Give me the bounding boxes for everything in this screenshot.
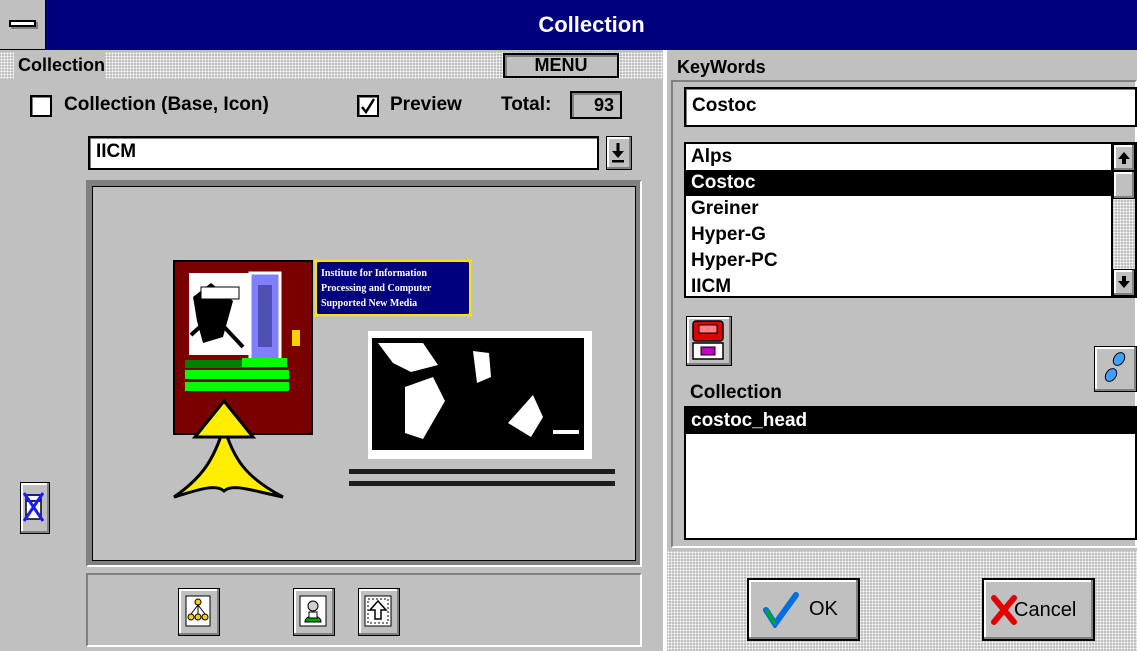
total-label: Total: [501, 94, 552, 115]
keyword-list-item[interactable]: Alps [686, 144, 1114, 170]
add-collection-button[interactable] [686, 316, 732, 366]
keyword-input[interactable]: Costoc [684, 87, 1137, 127]
checkmark-icon [361, 98, 376, 115]
hierarchy-button[interactable] [178, 588, 220, 636]
svg-text:Institute for Information: Institute for Information [321, 268, 427, 279]
scroll-down-arrow-icon [1118, 276, 1130, 288]
keyword-list-items: Alps Costoc Greiner Hyper-G Hyper-PC IICM [686, 144, 1114, 296]
scroll-thumb[interactable] [1113, 171, 1135, 199]
collection-base-icon-label: Collection (Base, Icon) [64, 94, 269, 115]
keyword-list-item[interactable]: Costoc [686, 170, 1114, 196]
window-title: Collection [538, 12, 645, 37]
preview-checkbox[interactable] [357, 95, 379, 117]
collection-items-list[interactable]: costoc_head [684, 406, 1137, 540]
footprints-button[interactable] [1094, 346, 1137, 392]
system-menu-icon[interactable] [0, 0, 46, 50]
scroll-track[interactable] [1113, 171, 1135, 271]
goto-parent-icon [364, 595, 392, 627]
collection-base-icon-checkbox[interactable] [30, 95, 52, 117]
collection-list-item[interactable]: costoc_head [686, 408, 1135, 434]
preview-frame: Institute for Information Processing and… [86, 180, 642, 567]
clear-collection-button[interactable] [20, 482, 50, 534]
total-count: 93 [570, 91, 622, 119]
clear-collection-icon [22, 492, 45, 522]
keyword-list[interactable]: Alps Costoc Greiner Hyper-G Hyper-PC IICM [684, 142, 1137, 298]
preview-image: Institute for Information Processing and… [173, 259, 615, 499]
collection-dropdown-button[interactable] [606, 136, 632, 170]
left-collection-header: Collection [14, 52, 106, 79]
user-icon [299, 595, 327, 627]
collection-items: costoc_head [686, 408, 1135, 434]
keyword-list-item[interactable]: Greiner [686, 196, 1114, 222]
ok-button[interactable]: OK [747, 578, 860, 641]
goto-parent-button[interactable] [358, 588, 400, 636]
keyword-list-item[interactable]: IICM [686, 274, 1114, 296]
footprints-icon [1104, 352, 1126, 382]
keyword-scrollbar[interactable] [1111, 144, 1135, 296]
hierarchy-icon [185, 595, 211, 627]
menu-button[interactable]: MENU [503, 53, 619, 78]
keyword-list-item[interactable]: Hyper-PC [686, 248, 1114, 274]
add-collection-icon [692, 320, 724, 360]
preview-area: Institute for Information Processing and… [92, 186, 636, 561]
right-collection-header: Collection [690, 382, 782, 403]
svg-text:Supported New Media: Supported New Media [321, 298, 417, 309]
scroll-down-button[interactable] [1113, 269, 1135, 296]
ok-label: OK [809, 598, 838, 620]
keywords-header: KeyWords [677, 57, 766, 77]
scroll-up-arrow-icon [1118, 152, 1130, 164]
cancel-button[interactable]: Cancel [982, 578, 1095, 641]
dropdown-arrow-icon [612, 143, 624, 163]
preview-label: Preview [390, 94, 462, 115]
collection-select[interactable]: IICM [88, 136, 599, 170]
checkmark-icon [763, 592, 799, 628]
user-button[interactable] [293, 588, 335, 636]
keyword-list-item[interactable]: Hyper-G [686, 222, 1114, 248]
cancel-label: Cancel [1014, 599, 1077, 621]
svg-text:Processing and Computer: Processing and Computer [321, 283, 432, 294]
scroll-up-button[interactable] [1113, 144, 1135, 171]
